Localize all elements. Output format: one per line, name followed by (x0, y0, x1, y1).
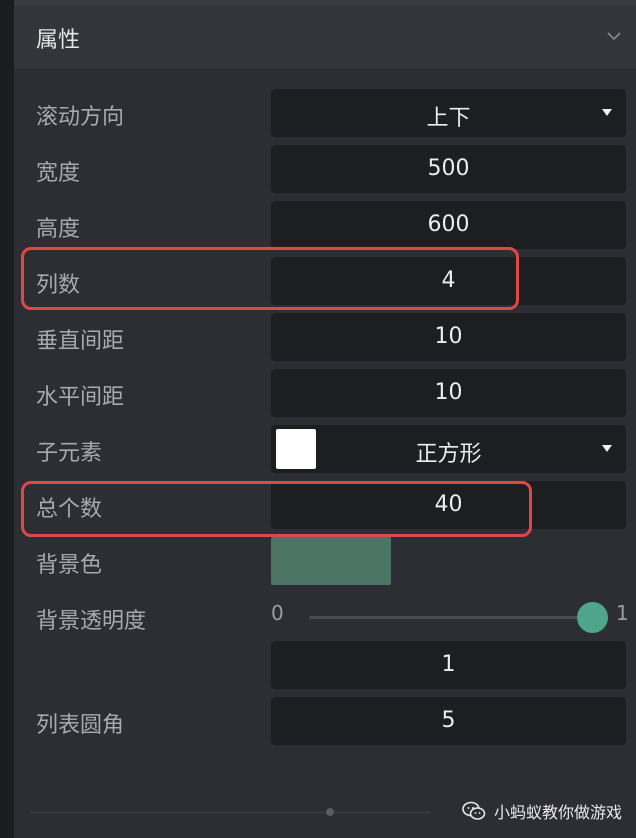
scroll-direction-row: 滚动方向 上下 (0, 89, 636, 137)
slider-min-label: 0 (271, 601, 284, 625)
height-row: 高度 600 (0, 201, 636, 249)
wechat-icon (462, 801, 486, 820)
width-row: 宽度 500 (0, 145, 636, 193)
list-corner-radius-row: 列表圆角 5 (0, 697, 636, 745)
child-element-value: 正方形 (415, 442, 482, 467)
background-color-swatch[interactable] (271, 537, 391, 585)
panel-title: 属性 (36, 28, 81, 53)
scroll-direction-select[interactable]: 上下 (271, 89, 626, 137)
bottom-divider (30, 812, 430, 813)
highlight-box-total-count (21, 481, 532, 537)
slider-max-label: 1 (616, 601, 629, 625)
background-color-label: 背景色 (36, 553, 103, 578)
horizontal-spacing-input[interactable]: 10 (271, 369, 626, 417)
background-opacity-input-row: 1 (0, 641, 636, 689)
background-opacity-value: 1 (441, 652, 456, 677)
list-corner-radius-input[interactable]: 5 (271, 697, 626, 745)
horizontal-spacing-label: 水平间距 (36, 385, 125, 410)
watermark: 小蚂蚁教你做游戏 (462, 796, 622, 826)
chevron-down-icon[interactable] (604, 26, 624, 46)
background-opacity-input[interactable]: 1 (271, 641, 626, 689)
child-element-label: 子元素 (36, 441, 103, 466)
list-corner-radius-value: 5 (441, 708, 456, 733)
list-corner-radius-label: 列表圆角 (36, 713, 125, 738)
watermark-text: 小蚂蚁教你做游戏 (494, 803, 623, 822)
vertical-spacing-input[interactable]: 10 (271, 313, 626, 361)
opacity-slider-track[interactable] (309, 616, 593, 619)
vertical-spacing-row: 垂直间距 10 (0, 313, 636, 361)
scroll-direction-label: 滚动方向 (36, 105, 125, 130)
dropdown-caret-icon (602, 109, 612, 116)
height-label: 高度 (36, 217, 81, 242)
child-element-row: 子元素 正方形 (0, 425, 636, 473)
width-label: 宽度 (36, 161, 81, 186)
highlight-box-columns (21, 247, 519, 310)
horizontal-spacing-row: 水平间距 10 (0, 369, 636, 417)
vertical-spacing-value: 10 (434, 324, 463, 349)
opacity-slider-thumb[interactable] (577, 602, 608, 633)
width-value: 500 (427, 156, 470, 181)
dropdown-caret-icon (602, 445, 612, 452)
width-input[interactable]: 500 (271, 145, 626, 193)
height-value: 600 (427, 212, 470, 237)
scroll-direction-value: 上下 (426, 106, 471, 131)
divider-handle[interactable] (326, 808, 334, 816)
horizontal-spacing-value: 10 (434, 380, 463, 405)
background-opacity-label: 背景透明度 (36, 609, 147, 634)
height-input[interactable]: 600 (271, 201, 626, 249)
background-color-row: 背景色 (0, 537, 636, 585)
child-element-select[interactable]: 正方形 (271, 425, 626, 473)
vertical-spacing-label: 垂直间距 (36, 329, 125, 354)
background-opacity-row: 背景透明度 0 1 (0, 593, 636, 641)
properties-panel-header[interactable]: 属性 (14, 6, 636, 70)
